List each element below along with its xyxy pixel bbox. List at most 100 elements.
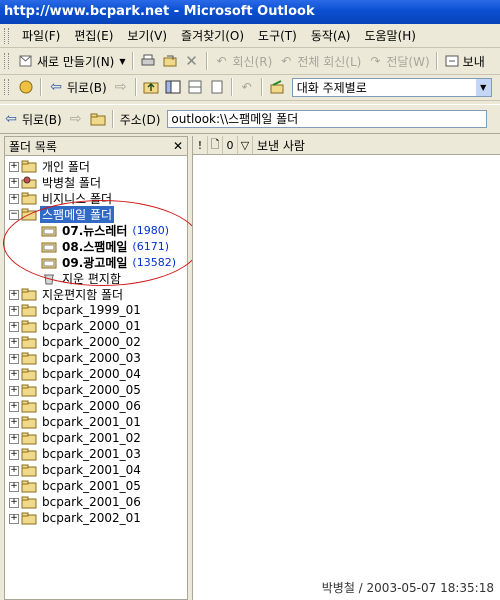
reply-all-button[interactable]: ↶ 전체 회신(L)	[275, 50, 364, 72]
expand-icon[interactable]: +	[9, 514, 19, 524]
toolbar-grip[interactable]	[4, 53, 9, 69]
item-type-column-icon[interactable]: 🗋	[208, 136, 223, 154]
menu-help[interactable]: 도움말(H)	[357, 26, 423, 46]
tree-item-archive-folder[interactable]: + bcpark_2000_03	[5, 350, 187, 366]
menu-favorites[interactable]: 즐겨찾기(O)	[174, 26, 251, 46]
tree-item-archive-folder[interactable]: + bcpark_2000_02	[5, 334, 187, 350]
expand-icon[interactable]: +	[9, 466, 19, 476]
tree-item-newsletter-folder[interactable]: 07.뉴스레터 (1980)	[5, 222, 187, 238]
expand-icon[interactable]: +	[9, 450, 19, 460]
expand-icon[interactable]: +	[9, 386, 19, 396]
address-forward-button[interactable]: ⇨	[65, 108, 87, 130]
tree-item-archive-folder[interactable]: + bcpark_2001_02	[5, 430, 187, 446]
window-title-bar[interactable]: http://www.bcpark.net - Microsoft Outloo…	[0, 0, 500, 24]
address-input[interactable]: outlook:\\스팸메일 폴더	[167, 110, 488, 128]
send-receive-button[interactable]: 보내	[441, 50, 488, 72]
undo-button[interactable]: ↶	[236, 76, 258, 98]
expand-icon[interactable]: +	[9, 354, 19, 364]
importance-column-icon[interactable]: !	[193, 136, 208, 154]
tree-item-archive-folder[interactable]: + bcpark_1999_01	[5, 302, 187, 318]
folder-icon	[21, 160, 37, 173]
delete-button[interactable]: ✕	[181, 50, 203, 72]
expand-icon[interactable]: +	[9, 434, 19, 444]
view-selector-combo[interactable]: 대화 주제별로 ▼	[291, 77, 492, 97]
print-preview-button[interactable]	[206, 76, 228, 98]
expand-icon[interactable]: +	[9, 162, 19, 172]
folder-tree: + 개인 폴더 + 박병철 폴더 + 비지니스 폴더 − 스팸메일 폴더 07.뉴스레터 (198…	[5, 156, 187, 526]
folder-list-button[interactable]	[162, 76, 184, 98]
expand-icon[interactable]: +	[9, 370, 19, 380]
rules-wizard-button[interactable]	[266, 76, 288, 98]
preview-pane-button[interactable]	[184, 76, 206, 98]
expand-icon[interactable]: +	[9, 194, 19, 204]
close-icon[interactable]: ✕	[173, 139, 183, 153]
expand-icon[interactable]: +	[9, 418, 19, 428]
expand-icon[interactable]: +	[9, 402, 19, 412]
tree-item-archive-folder[interactable]: + bcpark_2001_06	[5, 494, 187, 510]
menu-actions[interactable]: 동작(A)	[304, 26, 358, 46]
toolbar-grip[interactable]	[4, 79, 9, 95]
tree-item-user-folder[interactable]: + 박병철 폴더	[5, 174, 187, 190]
tree-item-archive-folder[interactable]: + bcpark_2001_01	[5, 414, 187, 430]
address-back-button[interactable]: ⇦ 뒤로(B)	[0, 108, 65, 130]
collapse-icon[interactable]: −	[9, 210, 19, 220]
column-sender[interactable]: 보낸 사람	[253, 136, 305, 154]
menu-view[interactable]: 보기(V)	[120, 26, 174, 46]
address-folder-button[interactable]	[87, 108, 109, 130]
expand-icon[interactable]: +	[9, 322, 19, 332]
expand-icon[interactable]: +	[9, 482, 19, 492]
tree-item-deleted-items-folder[interactable]: 지운 편지함	[5, 270, 187, 286]
move-folder-icon	[162, 53, 178, 69]
expand-icon[interactable]: +	[9, 290, 19, 300]
up-one-level-button[interactable]	[140, 76, 162, 98]
folder-icon	[21, 416, 37, 429]
tree-item-ad-mail-folder[interactable]: 09.광고메일 (13582)	[5, 254, 187, 270]
folder-icon	[21, 464, 37, 477]
reply-button[interactable]: ↶ 회신(R)	[211, 50, 276, 72]
back-button[interactable]: ⇦ 뒤로(B)	[45, 76, 110, 98]
folder-icon	[21, 288, 37, 301]
toolbar-grip[interactable]	[4, 27, 9, 44]
expand-icon[interactable]: +	[9, 498, 19, 508]
new-button-label: 새로 만들기(N)	[37, 54, 115, 69]
tree-item-archive-folder[interactable]: + bcpark_2001_03	[5, 446, 187, 462]
folder-icon	[21, 320, 37, 333]
tree-item-archive-folder[interactable]: + bcpark_2002_01	[5, 510, 187, 526]
new-button[interactable]: 새로 만들기(N) ▼	[15, 50, 129, 72]
menu-file[interactable]: 파일(F)	[15, 26, 67, 46]
tree-item-archive-folder[interactable]: + bcpark_2001_04	[5, 462, 187, 478]
reply-all-icon: ↶	[281, 54, 292, 68]
menu-edit[interactable]: 편집(E)	[67, 26, 120, 46]
toolbar-separator	[111, 110, 114, 128]
print-button[interactable]	[137, 50, 159, 72]
tree-item-archive-folder[interactable]: + bcpark_2000_04	[5, 366, 187, 382]
tree-item-personal-folder[interactable]: + 개인 폴더	[5, 158, 187, 174]
tree-item-spam-mail-folder[interactable]: 08.스팸메일 (6171)	[5, 238, 187, 254]
forward-button[interactable]: ↷ 전달(W)	[364, 50, 432, 72]
unread-count: (1980)	[132, 223, 169, 237]
tree-item-spam-folder[interactable]: − 스팸메일 폴더	[5, 205, 187, 223]
address-label: 주소(D)	[119, 112, 161, 127]
move-to-folder-button[interactable]	[159, 50, 181, 72]
expand-icon[interactable]: +	[9, 178, 19, 188]
back-arrow-icon: ⇦	[50, 79, 62, 95]
folder-label: 지운 편지함	[62, 271, 122, 286]
flag-column-icon[interactable]: ▽	[238, 136, 253, 154]
tree-item-business-folder[interactable]: + 비지니스 폴더	[5, 190, 187, 206]
tree-item-archive-folder[interactable]: + bcpark_2000_05	[5, 382, 187, 398]
chevron-down-icon[interactable]: ▼	[119, 57, 125, 66]
expand-icon[interactable]: +	[9, 306, 19, 316]
attachment-column-icon[interactable]: 0	[223, 136, 238, 154]
tree-item-archive-folder[interactable]: + bcpark_2001_05	[5, 478, 187, 494]
outlook-today-button[interactable]	[15, 76, 37, 98]
folder-icon	[21, 368, 37, 381]
tree-item-archive-folder[interactable]: + bcpark_2000_01	[5, 318, 187, 334]
expand-icon[interactable]: +	[9, 338, 19, 348]
menu-tools[interactable]: 도구(T)	[251, 26, 304, 46]
chevron-down-icon[interactable]: ▼	[475, 78, 491, 96]
tree-item-archive-folder[interactable]: + bcpark_2000_06	[5, 398, 187, 414]
toolbar-separator	[40, 78, 42, 96]
forward-nav-button[interactable]: ⇨	[110, 76, 132, 98]
tree-item-archive-folder[interactable]: + 지운편지함 폴더	[5, 286, 187, 302]
folder-label: 비지니스 폴더	[42, 191, 113, 206]
